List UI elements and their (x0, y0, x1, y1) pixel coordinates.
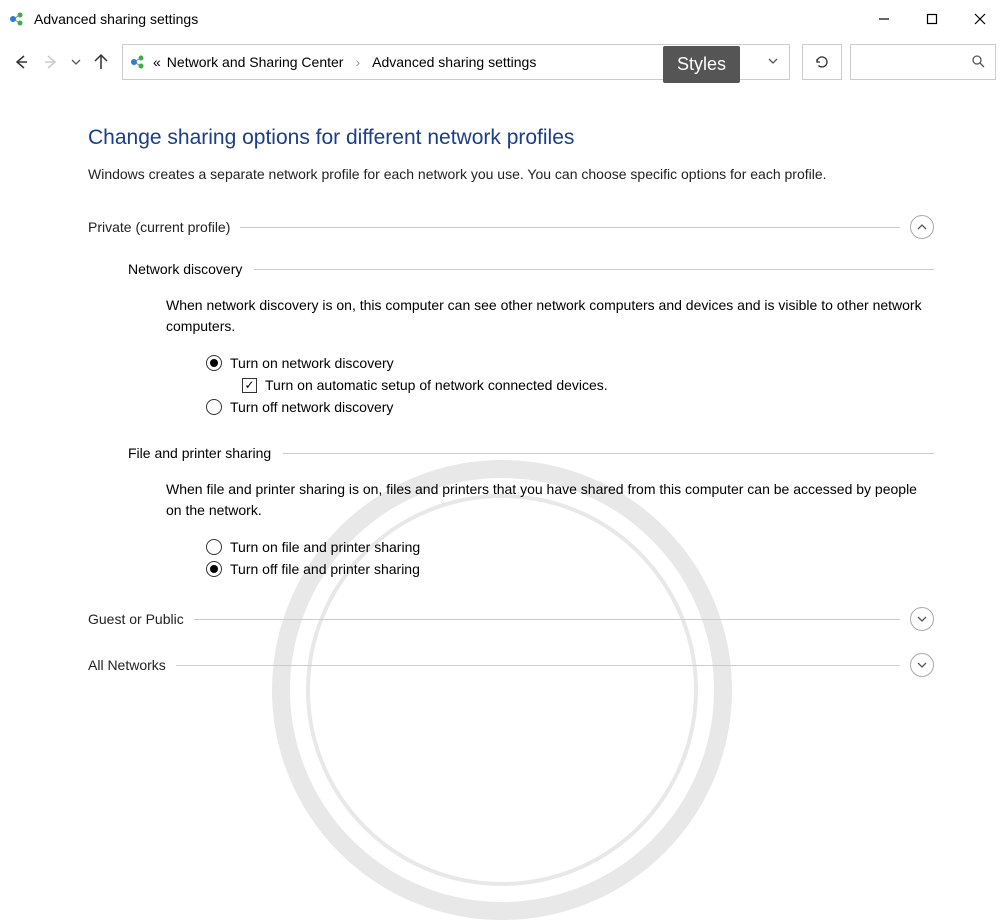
divider (176, 665, 900, 666)
network-discovery-header: Network discovery (128, 261, 934, 277)
radio-label: Turn on file and printer sharing (230, 539, 420, 555)
divider (240, 227, 900, 228)
section-private-header[interactable]: Private (current profile) (88, 215, 934, 239)
radio-label: Turn off network discovery (230, 399, 393, 415)
breadcrumb-part1[interactable]: Network and Sharing Center (167, 54, 344, 70)
breadcrumb: « Network and Sharing Center › Advanced … (153, 54, 536, 70)
window-title: Advanced sharing settings (34, 11, 860, 27)
section-private-title: Private (current profile) (88, 219, 240, 235)
file-printer-header: File and printer sharing (128, 445, 934, 461)
expand-guest-icon[interactable] (910, 607, 934, 631)
radio-file-sharing-on[interactable]: Turn on file and printer sharing (206, 539, 926, 555)
radio-icon (206, 561, 222, 577)
forward-button[interactable] (38, 49, 64, 75)
checkbox-icon: ✓ (242, 378, 257, 393)
address-icon (129, 53, 147, 71)
section-guest-title: Guest or Public (88, 611, 194, 627)
section-guest-header[interactable]: Guest or Public (88, 607, 934, 631)
styles-tooltip: Styles (663, 46, 740, 83)
network-discovery-body: When network discovery is on, this compu… (166, 295, 926, 415)
section-all-header[interactable]: All Networks (88, 653, 934, 677)
maximize-button[interactable] (908, 0, 956, 38)
address-dropdown-icon[interactable] (767, 55, 779, 70)
collapse-private-icon[interactable] (910, 215, 934, 239)
radio-net-discovery-off[interactable]: Turn off network discovery (206, 399, 926, 415)
radio-icon (206, 539, 222, 555)
breadcrumb-part2[interactable]: Advanced sharing settings (372, 54, 536, 70)
radio-file-sharing-off[interactable]: Turn off file and printer sharing (206, 561, 926, 577)
breadcrumb-sep: › (355, 54, 360, 70)
network-discovery-desc: When network discovery is on, this compu… (166, 295, 926, 337)
search-box[interactable] (850, 44, 996, 80)
page-description: Windows creates a separate network profi… (88, 164, 908, 185)
checkbox-label: Turn on automatic setup of network conne… (265, 377, 608, 393)
radio-icon (206, 399, 222, 415)
content-area: Change sharing options for different net… (0, 86, 1004, 677)
back-button[interactable] (8, 49, 34, 75)
network-discovery-title: Network discovery (128, 261, 254, 277)
radio-label: Turn off file and printer sharing (230, 561, 420, 577)
up-button[interactable] (88, 49, 114, 75)
divider (254, 269, 934, 270)
section-all-title: All Networks (88, 657, 176, 673)
refresh-button[interactable] (802, 44, 842, 80)
file-printer-desc: When file and printer sharing is on, fil… (166, 479, 926, 521)
checkbox-auto-setup[interactable]: ✓ Turn on automatic setup of network con… (242, 377, 926, 393)
file-printer-title: File and printer sharing (128, 445, 283, 461)
divider (283, 453, 934, 454)
expand-all-icon[interactable] (910, 653, 934, 677)
minimize-button[interactable] (860, 0, 908, 38)
file-printer-body: When file and printer sharing is on, fil… (166, 479, 926, 577)
radio-label: Turn on network discovery (230, 355, 394, 371)
app-icon (8, 10, 26, 28)
close-button[interactable] (956, 0, 1004, 38)
nav-row: « Network and Sharing Center › Advanced … (0, 38, 1004, 86)
page-heading: Change sharing options for different net… (88, 126, 934, 150)
radio-net-discovery-on[interactable]: Turn on network discovery (206, 355, 926, 371)
recent-dropdown[interactable] (68, 49, 84, 75)
window-controls (860, 0, 1004, 38)
titlebar: Advanced sharing settings (0, 0, 1004, 38)
search-icon (971, 54, 985, 71)
radio-icon (206, 355, 222, 371)
breadcrumb-chevron[interactable]: « (153, 54, 161, 70)
divider (194, 619, 900, 620)
